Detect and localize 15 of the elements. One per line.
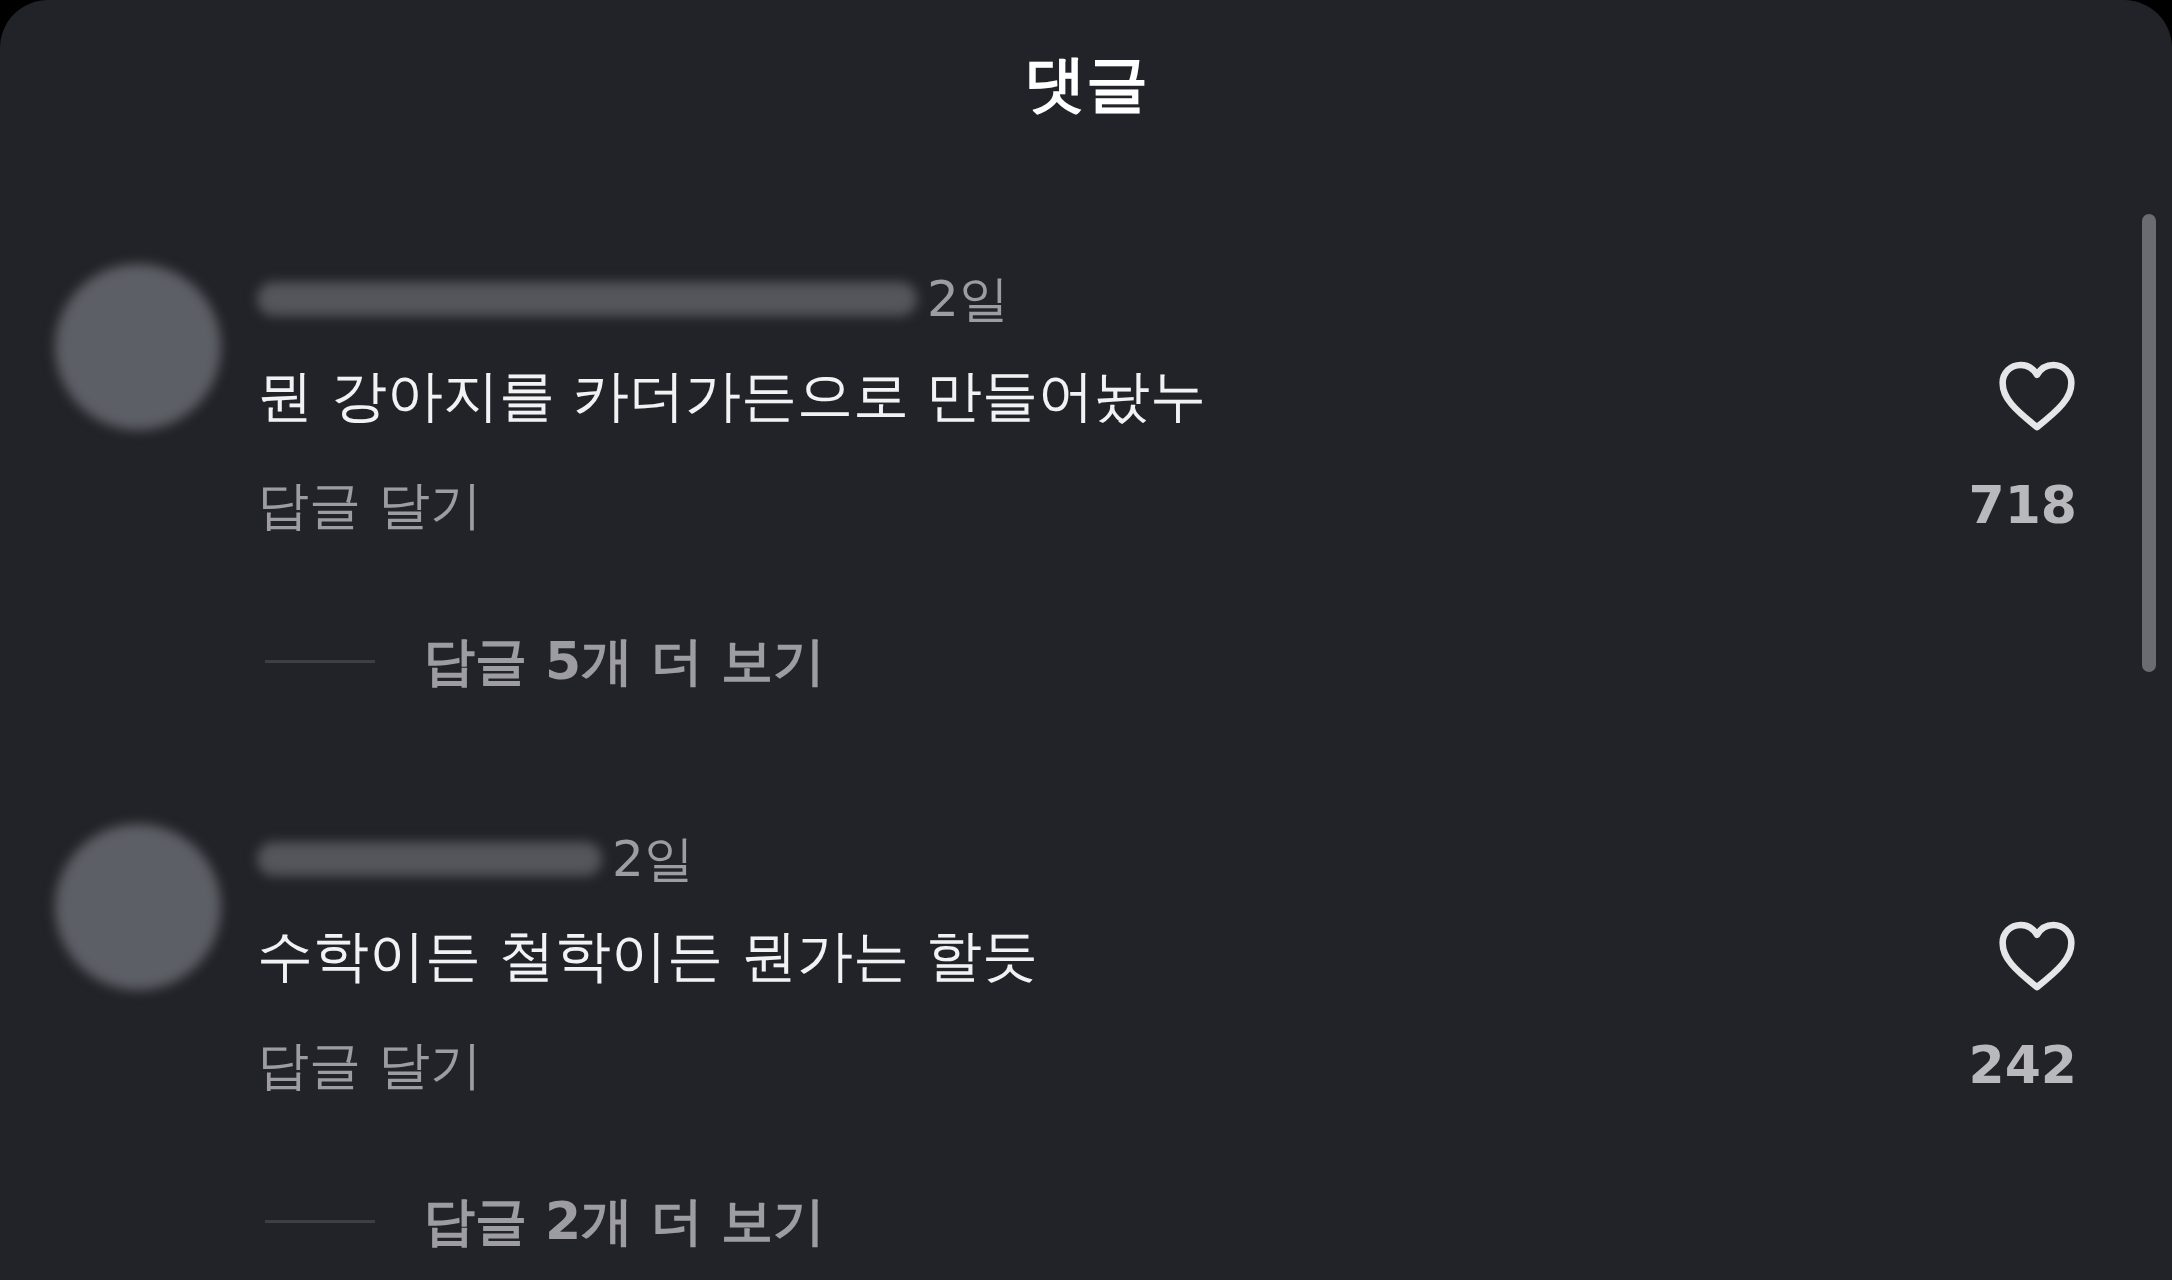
sheet-title: 댓글 bbox=[1024, 46, 1148, 122]
avatar[interactable] bbox=[55, 824, 221, 990]
comment-text: 수학이든 철학이든 뭔가는 할듯 bbox=[257, 922, 1039, 990]
view-replies-link[interactable]: 답글 2개 더 보기 bbox=[423, 1186, 826, 1256]
like-count: 718 bbox=[1968, 474, 2077, 537]
like-count: 242 bbox=[1968, 1034, 2077, 1097]
comment-time: 2일 bbox=[927, 268, 1009, 330]
avatar[interactable] bbox=[55, 264, 221, 430]
view-replies-link[interactable]: 답글 5개 더 보기 bbox=[423, 626, 826, 696]
heart-icon[interactable] bbox=[1997, 920, 2077, 992]
comment-time: 2일 bbox=[612, 828, 694, 890]
reply-link[interactable]: 답글 달기 bbox=[257, 1030, 482, 1100]
reply-link[interactable]: 답글 달기 bbox=[257, 470, 482, 540]
comment-text: 뭔 강아지를 카더가든으로 만들어놨누 bbox=[257, 362, 1207, 430]
heart-icon[interactable] bbox=[1997, 360, 2077, 432]
